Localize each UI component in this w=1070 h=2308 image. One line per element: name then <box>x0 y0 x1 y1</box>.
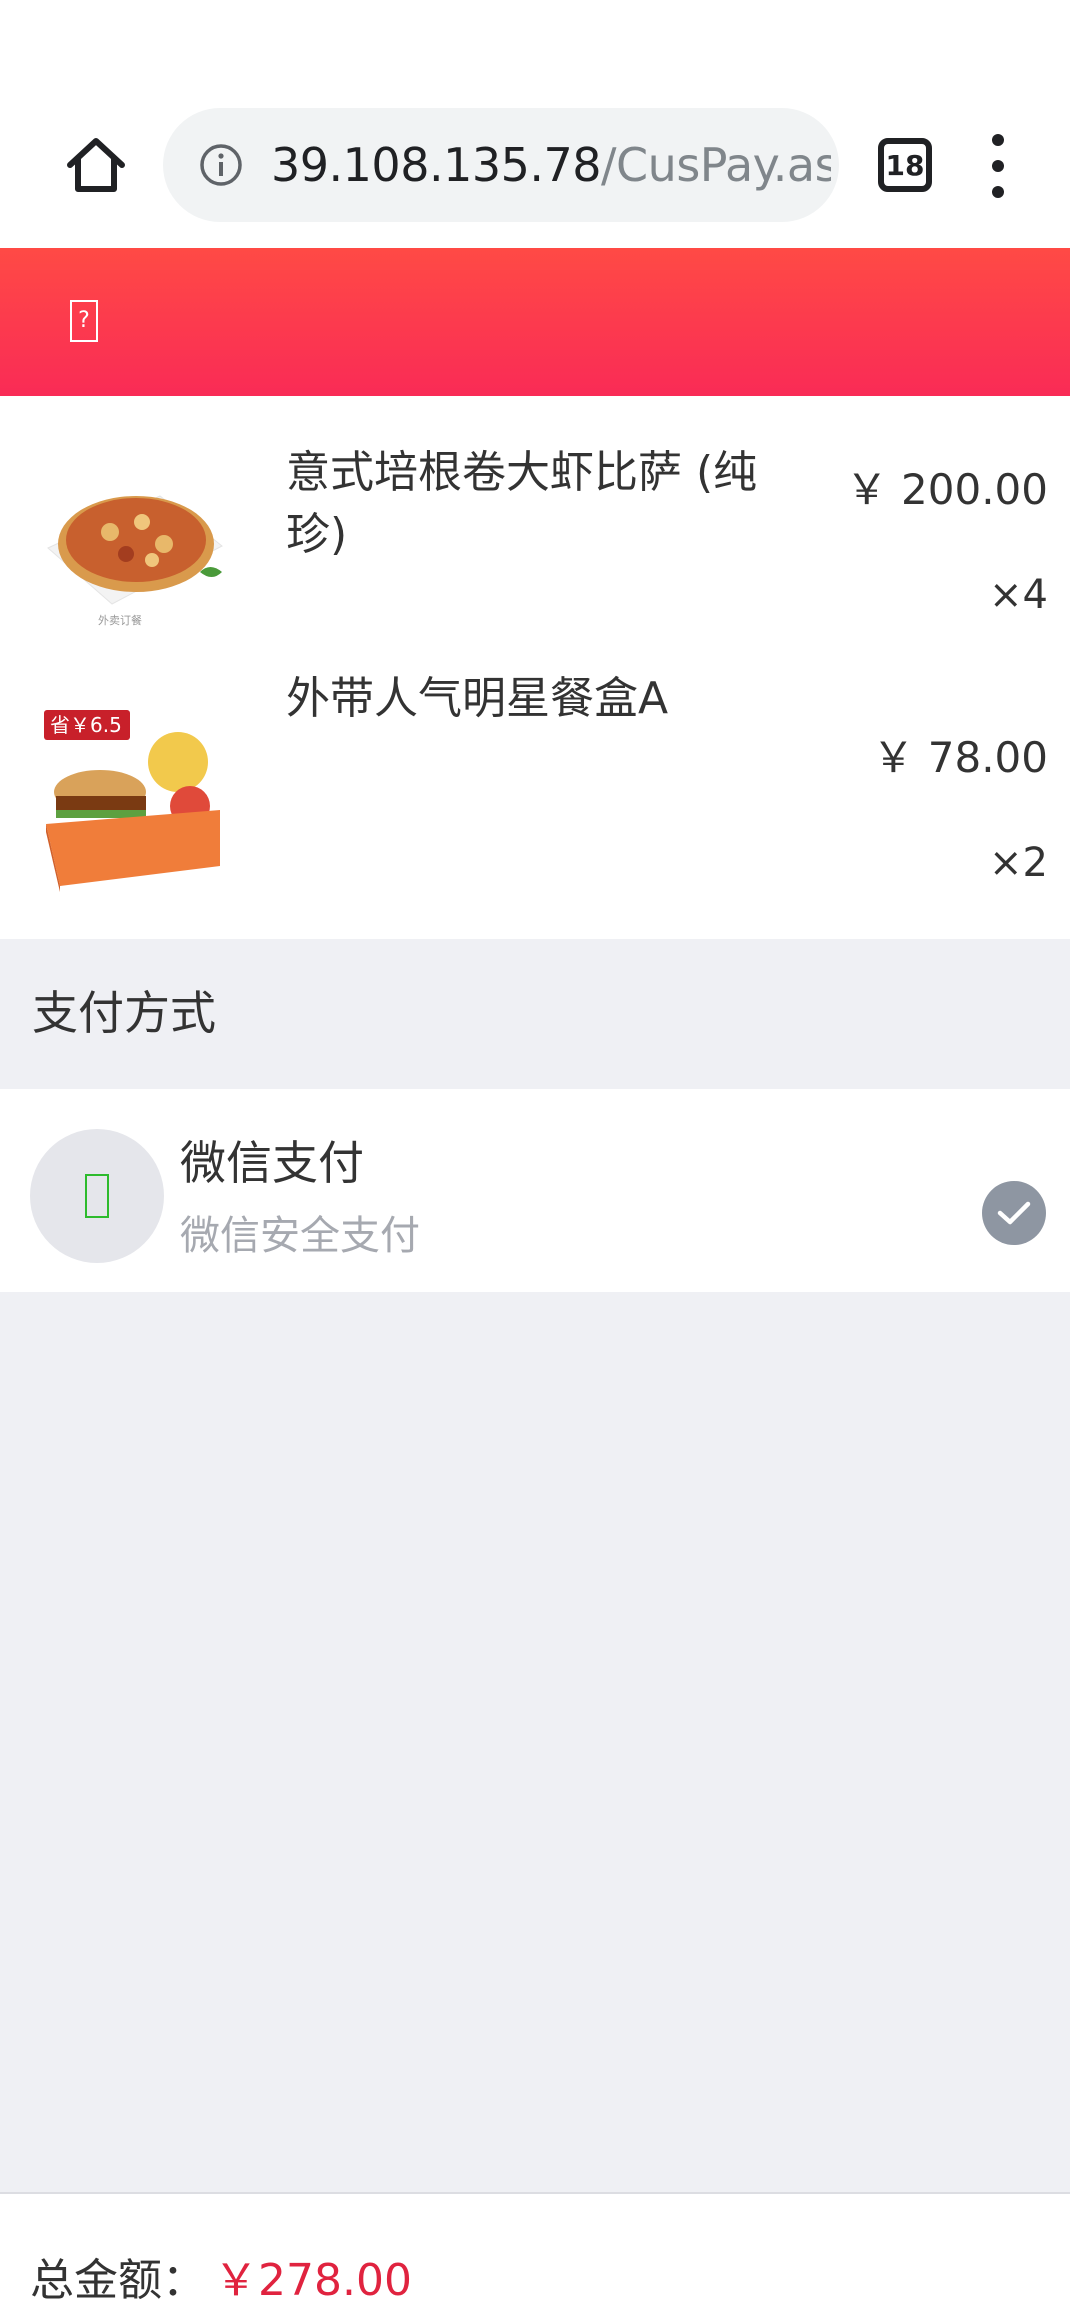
item-price: ￥ 200.00 <box>845 465 1048 514</box>
payment-section-header: 支付方式 <box>0 939 1070 1089</box>
info-icon[interactable] <box>199 143 243 187</box>
meal-box-thumbnail: 省￥6.5 <box>44 710 220 892</box>
payment-method-desc: 微信安全支付 <box>180 1213 420 1259</box>
order-list: 外卖订餐 意式培根卷大虾比萨 (纯珍) ￥ 200.00 ×4 省￥6.5 外带… <box>0 396 1070 939</box>
missing-glyph-icon <box>85 1174 109 1218</box>
item-quantity: ×2 <box>989 840 1048 886</box>
total-amount: ￥278.00 <box>214 2255 412 2306</box>
pizza-thumbnail: 外卖订餐 <box>47 495 223 627</box>
order-item: 外卖订餐 意式培根卷大虾比萨 (纯珍) ￥ 200.00 ×4 <box>0 396 1070 666</box>
more-vert-icon[interactable] <box>976 134 1020 198</box>
item-name: 外带人气明星餐盒A <box>286 673 669 724</box>
home-icon[interactable] <box>60 132 132 198</box>
item-price: ￥ 78.00 <box>872 733 1048 782</box>
check-icon[interactable] <box>982 1181 1046 1245</box>
item-quantity: ×4 <box>989 572 1048 618</box>
url-path: /CusPay.as <box>601 138 831 192</box>
badge-text: 省￥6.5 <box>50 713 122 737</box>
thumb-caption: 外卖订餐 <box>98 613 142 627</box>
payment-method-name: 微信支付 <box>180 1136 364 1190</box>
missing-glyph-icon[interactable]: ? <box>70 300 98 342</box>
total-label: 总金额： <box>30 2255 206 2306</box>
content-background <box>0 1292 1070 2192</box>
url-host: 39.108.135.78 <box>271 138 602 192</box>
tab-count: 18 <box>885 148 925 182</box>
payment-option-wechat[interactable]: 微信支付 微信安全支付 <box>0 1089 1070 1292</box>
wechat-icon <box>30 1129 164 1263</box>
browser-toolbar: 39.108.135.78/CusPay.as 18 <box>0 0 1070 248</box>
tab-switcher-button[interactable]: 18 <box>878 138 932 192</box>
order-item: 省￥6.5 外带人气明星餐盒A ￥ 78.00 ×2 <box>0 666 1070 936</box>
address-bar[interactable]: 39.108.135.78/CusPay.as <box>163 108 839 222</box>
page-header: ? <box>0 248 1070 396</box>
item-name: 意式培根卷大虾比萨 (纯珍) <box>286 447 758 560</box>
url-text[interactable]: 39.108.135.78/CusPay.as <box>271 108 831 222</box>
section-title: 支付方式 <box>32 986 216 1040</box>
total-bar: 总金额： ￥278.00 <box>0 2192 1070 2306</box>
